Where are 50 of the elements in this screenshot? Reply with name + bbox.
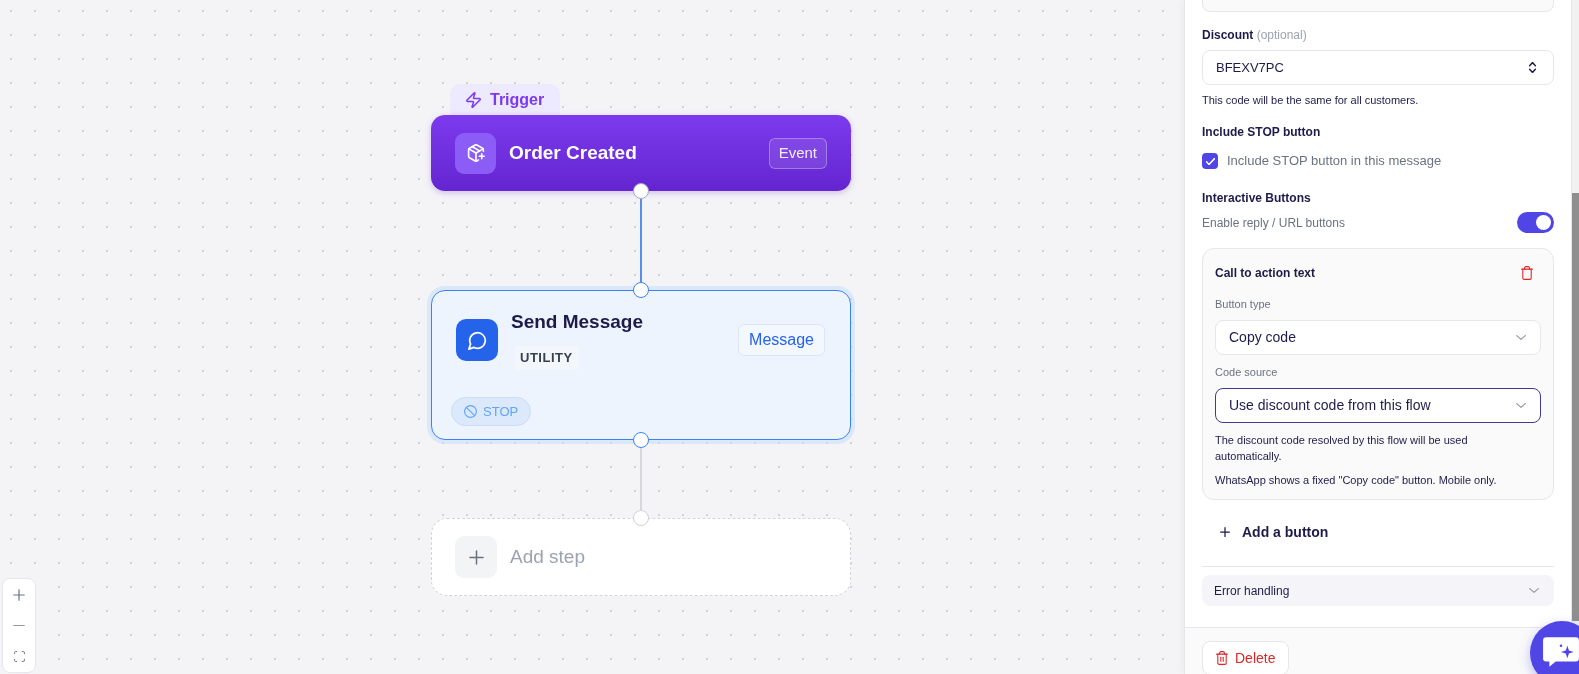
accordion-header[interactable]: Error handling — [1202, 575, 1554, 606]
card-title: Call to action text — [1215, 265, 1315, 282]
fullscreen-icon — [13, 651, 25, 662]
node-type-badge: Event — [768, 137, 827, 169]
discount-select[interactable]: BFEXV7PC — [1202, 50, 1554, 85]
connection-handle[interactable] — [633, 282, 649, 298]
section-title: Include STOP button — [1202, 124, 1321, 140]
select-field[interactable]: Copy code — [1215, 320, 1541, 355]
add-button[interactable]: Add a button — [1220, 522, 1329, 542]
checkmark-icon — [1205, 157, 1215, 165]
help-text: WhatsApp shows a fixed "Copy code" button. Mobile only. — [1215, 473, 1497, 488]
scrollbar-thumb[interactable] — [1572, 193, 1579, 621]
field-label: Discount (optional) — [1202, 27, 1307, 43]
plus-icon — [1220, 527, 1230, 537]
field-label: Button type — [1215, 297, 1271, 312]
select-field[interactable]: Use discount code from this flow — [1215, 388, 1541, 423]
trigger-node[interactable]: Order Created Event — [431, 115, 851, 191]
plus-icon — [13, 588, 25, 601]
message-node[interactable]: Send Message UTILITY Message STOP — [431, 290, 851, 440]
connection-handle[interactable] — [633, 432, 649, 448]
field-label: Code source — [1215, 365, 1278, 380]
toggle-switch[interactable] — [1517, 212, 1554, 233]
section-title: Interactive Buttons — [1202, 190, 1311, 206]
connection-handle[interactable] — [633, 183, 649, 199]
checkbox[interactable] — [1202, 153, 1218, 169]
add-step-label: Add step — [510, 544, 585, 569]
node-title: Send Message — [511, 310, 643, 334]
node-title: Order Created — [509, 140, 637, 165]
stop-label: STOP — [483, 402, 519, 421]
trash-icon[interactable] — [1521, 266, 1533, 280]
category-badge: UTILITY — [514, 346, 579, 370]
chevron-down-icon — [1529, 588, 1539, 593]
ban-icon — [464, 405, 477, 418]
up-down-chevron-icon — [1529, 62, 1536, 73]
chat-bubble-icon — [456, 319, 498, 361]
lightning-icon — [466, 91, 481, 108]
plus-icon — [455, 536, 497, 578]
box-plus-icon — [455, 132, 496, 174]
toggle-label: Enable reply / URL buttons — [1202, 214, 1345, 232]
delete-button[interactable]: Delete — [1202, 641, 1290, 674]
trigger-label: Trigger — [490, 89, 545, 110]
help-text: The discount code resolved by this flow will be used automatically. — [1215, 433, 1469, 464]
chat-sparkle-icon — [1542, 636, 1579, 668]
minus-icon — [13, 624, 25, 627]
node-type-badge: Message — [738, 324, 825, 356]
chevron-down-icon — [1516, 335, 1526, 340]
trash-icon — [1216, 651, 1228, 665]
help-text: This code will be the same for all customers. — [1202, 93, 1419, 108]
chevron-down-icon — [1516, 403, 1526, 408]
checkbox-label: Include STOP button in this message — [1227, 152, 1442, 171]
